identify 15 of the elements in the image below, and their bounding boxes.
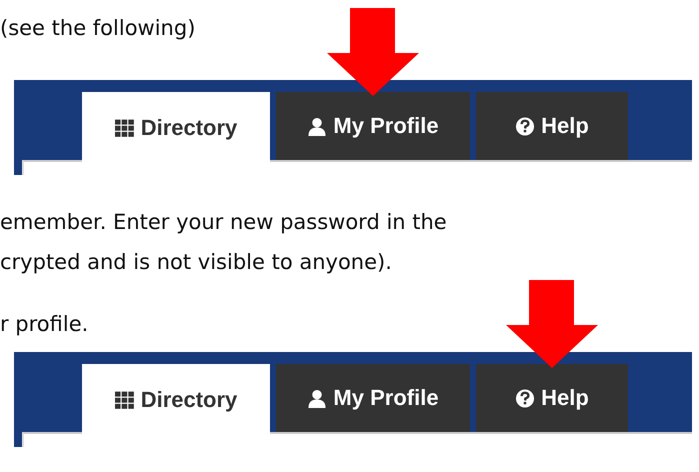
person-icon	[307, 388, 328, 408]
tab[interactable]: Directory	[82, 364, 270, 436]
question-icon	[515, 388, 536, 408]
grid-icon	[114, 118, 135, 138]
instruction-text: (see the following)	[0, 15, 196, 42]
person-icon	[307, 116, 328, 136]
arrow-pointer-icon	[506, 280, 598, 368]
tab[interactable]: My Profile	[276, 364, 470, 432]
tab[interactable]: Directory	[82, 92, 270, 164]
question-icon	[515, 116, 536, 136]
instruction-text: emember. Enter your new password in the crypted and is not visible to anyone).	[0, 209, 447, 276]
tab[interactable]: Help	[476, 92, 628, 160]
instruction-text: r profile.	[0, 311, 88, 338]
grid-icon	[114, 390, 135, 410]
arrow-pointer-icon	[327, 8, 419, 96]
